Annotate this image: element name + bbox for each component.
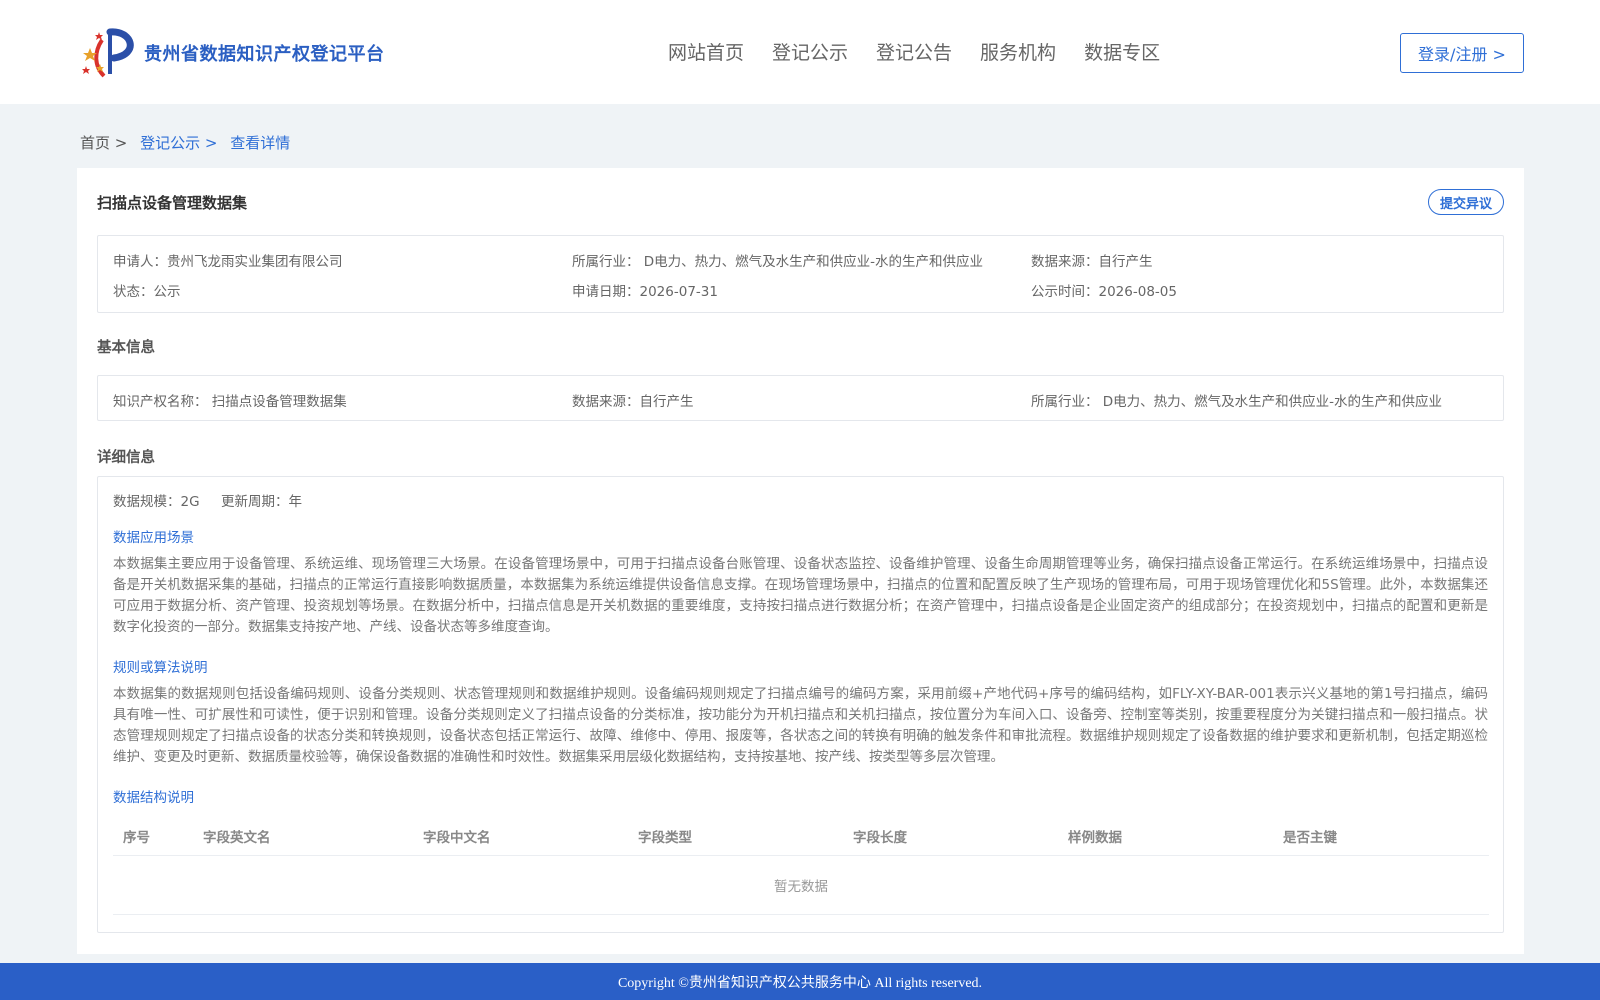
main-nav: 网站首页 登记公示 登记公告 服务机构 数据专区 — [668, 38, 1188, 65]
basic-industry: 所属行业： D电力、热力、燃气及水生产和供应业-水的生产和供应业 — [1031, 394, 1443, 410]
site-logo[interactable]: 贵州省数据知识产权登记平台 — [80, 28, 385, 78]
basic-source: 数据来源：自行产生 — [572, 394, 694, 410]
summary-industry: 所属行业： D电力、热力、燃气及水生产和供应业-水的生产和供应业 — [572, 254, 984, 270]
nav-item-service-agencies[interactable]: 服务机构 — [980, 38, 1056, 65]
scenario-text: 本数据集主要应用于设备管理、系统运维、现场管理三大场景。在设备管理场景中，可用于… — [113, 556, 1488, 635]
table-empty-state: 暂无数据 — [113, 856, 1489, 915]
table-header-field-en: 字段英文名 — [203, 830, 271, 846]
rules-text: 本数据集的数据规则包括设备编码规则、设备分类规则、状态管理规则和数据维护规则。设… — [113, 686, 1488, 765]
nav-item-home[interactable]: 网站首页 — [668, 38, 744, 65]
rules-heading: 规则或算法说明 — [113, 660, 208, 676]
nav-item-registration-notice[interactable]: 登记公告 — [876, 38, 952, 65]
summary-status: 状态：公示 — [113, 284, 181, 300]
nav-item-registration-public[interactable]: 登记公示 — [772, 38, 848, 65]
summary-applicant: 申请人：贵州飞龙雨实业集团有限公司 — [113, 254, 343, 270]
login-register-button[interactable]: 登录/注册 > — [1400, 33, 1524, 73]
structure-table-header: 序号 字段英文名 字段中文名 字段类型 字段长度 样例数据 是否主键 — [113, 812, 1489, 856]
detail-info-title: 详细信息 — [97, 450, 155, 466]
detail-info-box: 数据规模：2G 更新周期：年 数据应用场景 本数据集主要应用于设备管理、系统运维… — [97, 476, 1504, 933]
detail-scale: 数据规模：2G — [113, 494, 200, 510]
site-title: 贵州省数据知识产权登记平台 — [144, 44, 385, 65]
detail-card: 扫描点设备管理数据集 提交异议 申请人：贵州飞龙雨实业集团有限公司 所属行业： … — [77, 168, 1524, 954]
nav-item-data-zone[interactable]: 数据专区 — [1084, 38, 1160, 65]
table-header-field-cn: 字段中文名 — [423, 830, 491, 846]
summary-apply-date: 申请日期：2026-07-31 — [572, 284, 718, 300]
logo-icon — [80, 28, 138, 78]
detail-update-cycle: 更新周期：年 — [221, 494, 302, 510]
table-header-field-type: 字段类型 — [638, 830, 692, 846]
breadcrumb-registration-public[interactable]: 登记公示 > — [140, 134, 217, 152]
summary-source: 数据来源：自行产生 — [1031, 254, 1153, 270]
structure-heading: 数据结构说明 — [113, 790, 194, 806]
footer-copyright: Copyright ©贵州省知识产权公共服务中心 All rights rese… — [617, 975, 983, 991]
basic-info-box: 知识产权名称： 扫描点设备管理数据集 数据来源：自行产生 所属行业： D电力、热… — [97, 375, 1504, 421]
summary-publish-date: 公示时间：2026-08-05 — [1031, 284, 1177, 300]
scenario-heading: 数据应用场景 — [113, 530, 194, 546]
table-header-index: 序号 — [123, 830, 150, 846]
breadcrumb-home[interactable]: 首页 > — [80, 134, 127, 152]
footer: Copyright ©贵州省知识产权公共服务中心 All rights rese… — [0, 963, 1600, 1000]
basic-info-title: 基本信息 — [97, 340, 155, 356]
breadcrumb: 首页 > 登记公示 > 查看详情 — [80, 132, 290, 153]
top-header: 贵州省数据知识产权登记平台 网站首页 登记公示 登记公告 服务机构 数据专区 登… — [0, 0, 1600, 104]
summary-box: 申请人：贵州飞龙雨实业集团有限公司 所属行业： D电力、热力、燃气及水生产和供应… — [97, 235, 1504, 313]
table-header-field-length: 字段长度 — [853, 830, 907, 846]
basic-ip-name: 知识产权名称： 扫描点设备管理数据集 — [113, 394, 347, 410]
table-header-primary-key: 是否主键 — [1283, 830, 1337, 846]
table-header-sample: 样例数据 — [1068, 830, 1122, 846]
breadcrumb-current: 查看详情 — [230, 134, 291, 152]
record-title: 扫描点设备管理数据集 — [97, 194, 248, 212]
submit-objection-button[interactable]: 提交异议 — [1428, 189, 1504, 215]
